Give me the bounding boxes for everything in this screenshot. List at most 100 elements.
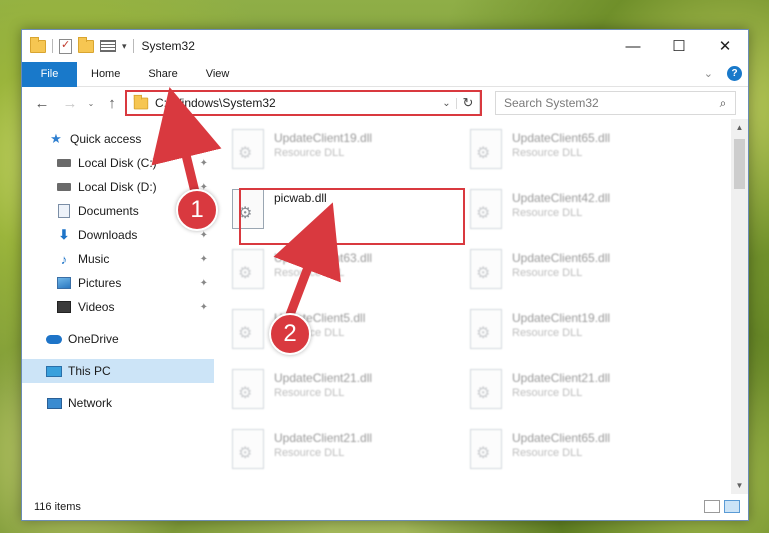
dll-file-icon [470,189,502,229]
address-bar[interactable]: C:\Windows\System32 ⌄ ↻ [126,91,480,115]
pictures-icon [56,275,72,291]
scroll-up-arrow-icon[interactable]: ▲ [731,119,748,136]
sidebar-item-label: Downloads [78,228,138,242]
view-toggle-group [704,500,740,513]
file-tile[interactable]: UpdateClient65.dll Resource DLL [470,247,708,307]
large-icons-view-icon[interactable] [724,500,740,513]
dll-file-icon [232,369,264,409]
view-icon[interactable] [100,40,116,52]
status-bar: 116 items [22,494,748,520]
file-tile[interactable]: UpdateClient21.dll Resource DLL [232,427,470,487]
file-name: UpdateClient21.dll [512,371,611,385]
file-tile[interactable]: UpdateClient63.dll Resource DLL [232,247,470,307]
back-button[interactable]: ← [28,95,56,112]
forward-button[interactable]: → [56,95,84,112]
address-dropdown-chevron-icon[interactable]: ⌄ [437,97,457,109]
navigation-bar: ← → ⌄ ↑ C:\Windows\System32 ⌄ ↻ ⌕ [22,87,748,119]
dll-file-icon [470,129,502,169]
onedrive-icon [46,331,62,347]
sidebar-item-pictures[interactable]: Pictures ✦ [22,271,214,295]
sidebar-item-label: Local Disk (C:) [78,156,157,170]
up-button[interactable]: ↑ [98,95,126,112]
details-view-icon[interactable] [704,500,720,513]
file-name: UpdateClient21.dll [274,371,373,385]
recent-locations-chevron-icon[interactable]: ⌄ [84,99,98,108]
sidebar-item-local-disk-c[interactable]: Local Disk (C:) ✦ [22,151,214,175]
file-tile[interactable]: UpdateClient42.dll Resource DLL [470,187,708,247]
file-tile[interactable]: UpdateClient5.dllResource DLL [232,307,470,367]
file-type: Resource DLL [512,147,583,159]
file-tile[interactable]: UpdateClient19.dll Resource DLL [470,307,708,367]
scroll-down-arrow-icon[interactable]: ▼ [731,477,748,494]
pin-icon: ✦ [199,157,208,169]
dll-file-icon [232,249,264,289]
close-button[interactable]: ✕ [702,30,748,62]
toolbar-divider [132,39,134,53]
sidebar-item-label: Videos [78,300,115,314]
file-tile[interactable]: UpdateClient19.dll Resource DLL [232,127,470,187]
navigation-pane: ★ Quick access Local Disk (C:) ✦ Local D… [22,119,214,494]
file-type: Resource DLL [512,267,583,279]
minimize-button[interactable]: — [610,30,656,62]
maximize-button[interactable]: ☐ [656,30,702,62]
sidebar-item-label: Quick access [70,132,142,146]
dll-file-icon [470,369,502,409]
sidebar-item-videos[interactable]: Videos ✦ [22,295,214,319]
videos-icon [56,299,72,315]
sidebar-item-onedrive[interactable]: OneDrive [22,327,214,351]
search-icon: ⌕ [719,95,727,110]
scroll-thumb[interactable] [734,139,745,189]
toolbar-divider [52,39,53,53]
file-grid: UpdateClient19.dll Resource DLL UpdateCli… [232,127,708,487]
network-icon [46,395,62,411]
file-tile[interactable]: UpdateClient21.dll Resource DLL [232,367,470,427]
sidebar-item-network[interactable]: Network [22,391,214,415]
file-type: Resource DLL [512,447,583,459]
help-icon[interactable]: ? [727,66,742,81]
dll-file-icon [470,249,502,289]
window-controls: — ☐ ✕ [610,30,748,62]
address-path[interactable]: C:\Windows\System32 [155,96,437,110]
file-tile[interactable]: UpdateClient65.dll Resource DLL [470,127,708,187]
tab-share[interactable]: Share [134,62,191,87]
pin-icon: ✦ [199,229,208,241]
sidebar-item-label: Pictures [78,276,122,290]
dll-file-icon [232,429,264,469]
sidebar-item-music[interactable]: ♪ Music ✦ [22,247,214,271]
file-type: Resource DLL [274,267,345,279]
search-box[interactable]: ⌕ [495,91,736,115]
tab-home[interactable]: Home [77,62,134,87]
window-title: System32 [141,39,195,53]
sidebar-item-label: Music [78,252,110,266]
file-tile[interactable]: UpdateClient21.dll Resource DLL [470,367,708,427]
refresh-button[interactable]: ↻ [457,95,479,111]
file-tile[interactable]: UpdateClient65.dll Resource DLL [470,427,708,487]
pin-icon: ✦ [199,277,208,289]
file-type: Resource DLL [512,327,583,339]
dll-file-icon [232,309,264,349]
file-type: Resource DLL [274,387,345,399]
search-input[interactable] [504,96,711,110]
downloads-icon: ⬇ [58,227,70,242]
file-name: UpdateClient42.dll [512,191,611,205]
music-icon: ♪ [60,251,68,267]
file-name: UpdateClient21.dll [274,431,373,445]
sidebar-item-label: Local Disk (D:) [78,180,157,194]
file-tile-picwab[interactable]: picwab.dll [232,187,470,247]
ribbon-tabs: File Home Share View ⌄ ? [22,61,748,87]
tab-view[interactable]: View [192,62,244,87]
ribbon-right-controls: ⌄ ? [704,66,742,81]
quick-access-toolbar: ▾ [22,30,134,62]
customize-toolbar-chevron-icon[interactable]: ▾ [122,41,127,52]
sidebar-item-quick-access[interactable]: ★ Quick access [22,127,214,151]
tab-file[interactable]: File [22,61,77,87]
sidebar-item-this-pc[interactable]: This PC [22,359,214,383]
new-folder-icon[interactable] [78,36,94,53]
file-explorer-window: ▾ System32 — ☐ ✕ File Home Share View ⌄ … [21,29,749,521]
sidebar-item-label: Documents [78,204,139,218]
vertical-scrollbar[interactable]: ▲ ▼ [731,119,748,494]
sidebar-item-label: This PC [68,364,111,378]
properties-icon[interactable] [59,38,72,54]
file-list-pane: UpdateClient19.dll Resource DLL UpdateCli… [214,119,748,494]
expand-ribbon-chevron-icon[interactable]: ⌄ [704,67,713,80]
